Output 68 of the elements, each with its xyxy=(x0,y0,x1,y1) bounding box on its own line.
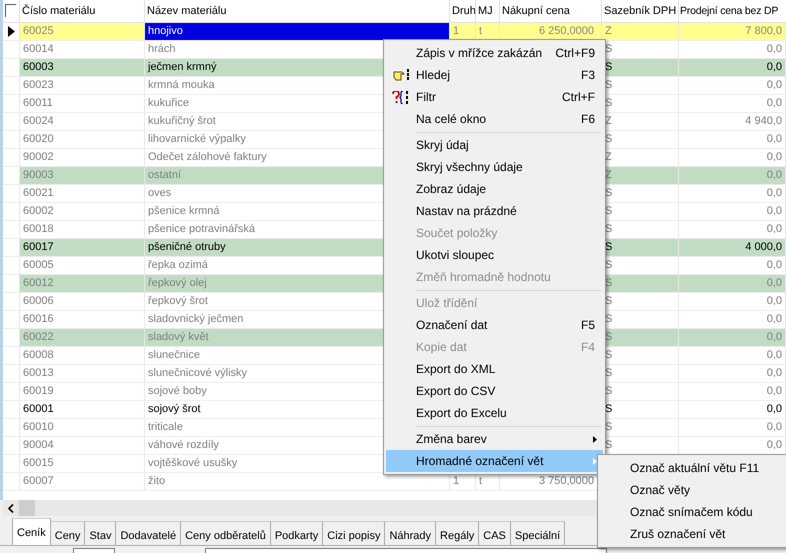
table-cell: 0,0 xyxy=(679,275,786,293)
tab[interactable]: Ceny odběratelů xyxy=(181,521,271,545)
select-all-checkbox[interactable] xyxy=(5,4,16,17)
column-header[interactable]: MJ xyxy=(476,0,500,22)
menu-item[interactable]: Zruš označení vět xyxy=(598,523,786,545)
row-header[interactable] xyxy=(3,23,20,41)
table-cell: 0,0 xyxy=(679,131,786,149)
table-cell: 0,0 xyxy=(679,203,786,221)
scrollbar-thumb[interactable] xyxy=(19,500,35,516)
tab[interactable]: Podkarty xyxy=(270,521,324,545)
tab[interactable]: Dodavatelé xyxy=(116,521,182,545)
tab[interactable]: CAS xyxy=(479,521,511,545)
table-cell: 60025 xyxy=(20,23,145,41)
menu-item[interactable]: Hromadné označení vět xyxy=(386,450,603,472)
column-header[interactable]: Název materiálu xyxy=(145,0,450,22)
table-cell: 0,0 xyxy=(679,95,786,113)
tab[interactable]: Speciální xyxy=(510,521,566,545)
column-header[interactable]: Prodejní cena bez DP xyxy=(679,0,786,22)
table-cell: 0,0 xyxy=(679,347,786,365)
menu-item[interactable]: Označ snímačem kódu xyxy=(598,501,786,523)
table-cell: 60015 xyxy=(20,455,145,473)
table-cell: 0,0 xyxy=(679,419,786,437)
column-header[interactable]: Nákupní cena xyxy=(500,0,602,22)
table-cell: 60012 xyxy=(20,275,145,293)
table-cell: 0,0 xyxy=(679,329,786,347)
table-cell: 60022 xyxy=(20,329,145,347)
table-cell: 0,0 xyxy=(679,185,786,203)
table-cell: 60013 xyxy=(20,365,145,383)
column-header[interactable]: Číslo materiálu xyxy=(20,0,145,22)
column-header[interactable]: Sazebník DPH xyxy=(602,0,679,22)
table-cell: 60023 xyxy=(20,77,145,95)
table-cell: 7 800,0 xyxy=(679,23,786,41)
table-cell: 60019 xyxy=(20,383,145,401)
table-cell: 60011 xyxy=(20,95,145,113)
table-cell: 60001 xyxy=(20,401,145,419)
table-cell: 60021 xyxy=(20,185,145,203)
table-cell: 4 940,0 xyxy=(679,113,786,131)
table-cell: 60017 xyxy=(20,239,145,257)
table-cell: 60006 xyxy=(20,293,145,311)
table-cell: hnojivo xyxy=(145,23,450,41)
table-cell: 0,0 xyxy=(679,383,786,401)
tab[interactable]: Stav xyxy=(85,521,116,545)
tab[interactable]: Ceny xyxy=(50,521,86,545)
table-cell: 90004 xyxy=(20,437,145,455)
tab[interactable]: Ceník xyxy=(12,518,51,545)
table-cell: Z xyxy=(602,23,679,41)
tab[interactable]: Náhrady xyxy=(385,521,436,545)
table-cell: 60008 xyxy=(20,347,145,365)
table-cell: 0,0 xyxy=(679,365,786,383)
table-cell: 60003 xyxy=(20,59,145,77)
table-cell: 60007 xyxy=(20,473,145,491)
table-cell: 60020 xyxy=(20,131,145,149)
table-cell: 0,0 xyxy=(679,77,786,95)
current-row-icon xyxy=(8,26,14,37)
filter-icon xyxy=(392,90,410,104)
column-header[interactable]: Druh xyxy=(450,0,476,22)
table-cell: 0,0 xyxy=(679,167,786,185)
tab[interactable]: Regály xyxy=(436,521,480,545)
table-cell: 4 000,0 xyxy=(679,239,786,257)
table-cell: 90003 xyxy=(20,167,145,185)
table-cell: 60024 xyxy=(20,113,145,131)
table-cell: 0,0 xyxy=(679,293,786,311)
tab[interactable]: Cizi popisy xyxy=(323,521,386,545)
table-cell: 60010 xyxy=(20,419,145,437)
table-cell: 0,0 xyxy=(679,59,786,77)
table-cell: 60002 xyxy=(20,203,145,221)
table-cell: 0,0 xyxy=(679,401,786,419)
pointing-hand-icon xyxy=(392,69,410,81)
